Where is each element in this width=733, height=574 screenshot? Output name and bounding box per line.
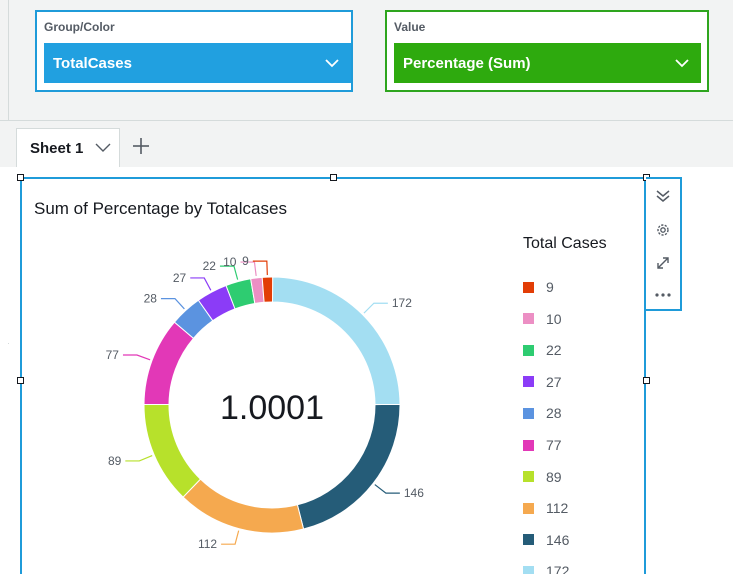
leader-line-89 (125, 454, 153, 462)
legend-label: 10 (546, 310, 562, 327)
legend-label: 77 (546, 437, 562, 453)
more-icon[interactable] (653, 285, 673, 305)
visual-toolbar (646, 177, 682, 311)
legend-label: 22 (546, 342, 562, 359)
legend-item-27[interactable]: 27 (523, 372, 562, 392)
data-label-27: 27 (173, 271, 187, 285)
legend-item-172[interactable]: 172 (523, 561, 569, 574)
legend-swatch (523, 313, 534, 325)
value-field-label: Percentage (Sum) (403, 54, 531, 72)
legend-item-10[interactable]: 10 (523, 309, 562, 329)
legend-item-146[interactable]: 146 (523, 530, 569, 550)
donut-slice-172[interactable] (272, 276, 401, 406)
data-label-112: 112 (198, 537, 217, 551)
chevron-down-icon[interactable] (325, 56, 339, 70)
legend-item-9[interactable]: 9 (523, 277, 554, 297)
leader-line-172 (363, 302, 388, 314)
legend-item-22[interactable]: 22 (523, 340, 562, 360)
legend-swatch (523, 502, 534, 514)
leader-line-146 (374, 484, 400, 494)
tab-label: Sheet 1 (30, 140, 84, 157)
legend-item-28[interactable]: 28 (523, 403, 562, 423)
data-label-22: 22 (203, 259, 217, 273)
chevron-down-icon[interactable] (95, 141, 111, 155)
legend-swatch (523, 534, 534, 546)
legend-swatch (523, 281, 534, 293)
legend-item-112[interactable]: 112 (523, 498, 568, 518)
legend-swatch (523, 439, 534, 451)
legend-item-89[interactable]: 89 (523, 467, 562, 487)
collapse-icon[interactable] (653, 186, 673, 206)
donut-slice-89[interactable] (143, 403, 202, 498)
leader-line-112 (221, 530, 240, 545)
legend-label: 9 (546, 279, 554, 295)
gear-icon[interactable] (653, 220, 673, 240)
legend-swatch (523, 344, 534, 356)
data-label-89: 89 (108, 454, 122, 468)
legend-swatch (523, 471, 534, 483)
legend-title: Total Cases (523, 235, 607, 252)
legend-swatch (523, 376, 534, 388)
chevron-down-icon[interactable] (675, 56, 689, 70)
group-color-well[interactable]: Group/Color TotalCases (35, 10, 353, 92)
donut-slice-112[interactable] (182, 478, 305, 534)
legend-swatch (523, 565, 534, 574)
plus-icon[interactable] (131, 136, 151, 156)
legend-item-77[interactable]: 77 (523, 435, 562, 455)
value-field[interactable]: Percentage (Sum) (394, 43, 701, 83)
divider (8, 343, 9, 344)
legend-label: 112 (546, 500, 569, 517)
legend-swatch (523, 407, 534, 419)
resize-handle[interactable] (17, 377, 24, 384)
legend-label: 28 (546, 405, 562, 422)
group-color-field[interactable]: TotalCases (44, 43, 351, 83)
resize-handle[interactable] (330, 174, 337, 181)
center-value: 1.0001 (220, 389, 324, 427)
group-color-field-label: TotalCases (53, 54, 132, 72)
expand-icon[interactable] (653, 253, 673, 273)
data-label-146: 146 (404, 486, 424, 500)
data-label-77: 77 (106, 348, 120, 362)
donut-slice-77[interactable] (143, 321, 195, 405)
resize-handle[interactable] (643, 377, 650, 384)
legend-label: 172 (546, 563, 570, 574)
donut-chart: 172 146 112 89 77 28 27 22 10 9 1.0001 (106, 254, 425, 551)
value-label: Value (394, 20, 426, 34)
resize-handle[interactable] (17, 174, 24, 181)
sheet-tab-bar: Sheet 1 (0, 120, 733, 168)
leader-line-28 (160, 298, 185, 310)
data-label-172: 172 (392, 296, 412, 310)
field-wells: Group/Color TotalCases Value Percentage … (0, 0, 733, 120)
divider (8, 0, 9, 120)
data-label-9: 9 (242, 254, 249, 268)
leader-line-77 (122, 354, 151, 361)
data-label-10: 10 (223, 255, 237, 269)
group-color-label: Group/Color (44, 20, 115, 34)
legend-label: 89 (546, 468, 562, 485)
legend-label: 146 (546, 531, 570, 548)
leader-line-27 (190, 277, 212, 291)
legend-label: 27 (546, 373, 562, 390)
tab-sheet-1[interactable]: Sheet 1 (16, 128, 120, 168)
data-label-28: 28 (144, 292, 158, 306)
value-well[interactable]: Value Percentage (Sum) (385, 10, 709, 92)
donut-chart-visual[interactable]: Sum of Percentage by Totalcases 172 146 11… (20, 177, 646, 574)
donut-slice-9[interactable] (261, 276, 274, 303)
